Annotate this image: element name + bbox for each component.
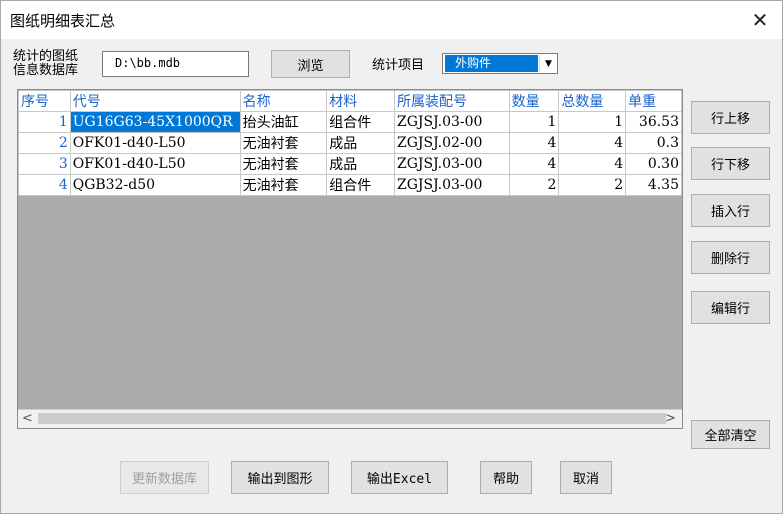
edit-row-button[interactable]: 编辑行 bbox=[691, 291, 770, 324]
title-bar: 图纸明细表汇总 ✕ bbox=[1, 1, 782, 39]
col-header-qty[interactable]: 数量 bbox=[508, 90, 560, 112]
db-label-line1: 统计的图纸 bbox=[13, 49, 79, 64]
cell-code[interactable]: OFK01-d40-L50 bbox=[69, 132, 241, 154]
cell-material[interactable]: 成品 bbox=[326, 153, 395, 175]
cell-code[interactable]: QGB32-d50 bbox=[69, 174, 241, 196]
cell-name[interactable]: 抬头油缸 bbox=[239, 111, 328, 133]
cell-material[interactable]: 组合件 bbox=[326, 174, 395, 196]
db-label-line2: 信息数据库 bbox=[13, 63, 79, 78]
col-header-name[interactable]: 名称 bbox=[239, 90, 328, 112]
col-header-total-qty[interactable]: 总数量 bbox=[558, 90, 627, 112]
cell-name[interactable]: 无油衬套 bbox=[239, 153, 328, 175]
cell-assembly[interactable]: ZGJSJ.02-00 bbox=[393, 132, 510, 154]
cell-qty[interactable]: 4 bbox=[508, 132, 560, 154]
cell-material[interactable]: 成品 bbox=[326, 132, 395, 154]
move-up-button[interactable]: 行上移 bbox=[691, 101, 770, 134]
cell-unit-weight[interactable]: 4.35 bbox=[625, 174, 682, 196]
clear-all-button[interactable]: 全部清空 bbox=[691, 420, 770, 449]
horizontal-scrollbar[interactable]: < > bbox=[18, 409, 682, 428]
col-header-index[interactable]: 序号 bbox=[18, 90, 71, 112]
db-label: 统计的图纸 信息数据库 bbox=[13, 50, 78, 78]
col-header-unit-weight[interactable]: 单重 bbox=[625, 90, 682, 112]
insert-row-button[interactable]: 插入行 bbox=[691, 194, 770, 227]
scroll-left-icon[interactable]: < bbox=[22, 411, 33, 426]
scrollbar-thumb[interactable] bbox=[38, 413, 666, 424]
cell-index[interactable]: 3 bbox=[18, 153, 71, 175]
cell-code[interactable]: OFK01-d40-L50 bbox=[69, 153, 241, 175]
delete-row-button[interactable]: 删除行 bbox=[691, 241, 770, 274]
cell-qty[interactable]: 1 bbox=[508, 111, 560, 133]
table-row[interactable]: 4 QGB32-d50 无油衬套 组合件 ZGJSJ.03-00 2 2 4.3… bbox=[18, 174, 682, 196]
cell-material[interactable]: 组合件 bbox=[326, 111, 395, 133]
cell-index[interactable]: 2 bbox=[18, 132, 71, 154]
cell-assembly[interactable]: ZGJSJ.03-00 bbox=[393, 174, 510, 196]
db-path-input[interactable]: D:\bb.mdb bbox=[102, 51, 249, 77]
col-header-code[interactable]: 代号 bbox=[69, 90, 241, 112]
export-excel-button[interactable]: 输出Excel bbox=[351, 461, 448, 494]
grid-table: 序号 代号 名称 材料 所属装配号 数量 总数量 单重 1 UG16G63-45… bbox=[18, 90, 682, 196]
cell-index[interactable]: 1 bbox=[18, 111, 71, 133]
grid-header-row: 序号 代号 名称 材料 所属装配号 数量 总数量 单重 bbox=[18, 90, 682, 112]
cell-total-qty[interactable]: 1 bbox=[558, 111, 627, 133]
cell-index[interactable]: 4 bbox=[18, 174, 71, 196]
close-icon[interactable]: ✕ bbox=[738, 1, 782, 39]
browse-button[interactable]: 浏览 bbox=[271, 50, 350, 78]
col-header-material[interactable]: 材料 bbox=[326, 90, 395, 112]
window-title: 图纸明细表汇总 bbox=[10, 12, 116, 30]
export-to-drawing-button[interactable]: 输出到图形 bbox=[231, 461, 329, 494]
cell-code-selected[interactable]: UG16G63-45X1000QR bbox=[69, 111, 241, 133]
scroll-right-icon[interactable]: > bbox=[665, 411, 676, 426]
move-down-button[interactable]: 行下移 bbox=[691, 147, 770, 180]
col-header-assembly[interactable]: 所属装配号 bbox=[393, 90, 510, 112]
cell-qty[interactable]: 2 bbox=[508, 174, 560, 196]
cell-unit-weight[interactable]: 36.53 bbox=[625, 111, 682, 133]
cell-total-qty[interactable]: 4 bbox=[558, 132, 627, 154]
dropdown-arrow-icon[interactable]: ▼ bbox=[539, 54, 557, 73]
cell-unit-weight[interactable]: 0.30 bbox=[625, 153, 682, 175]
stat-item-select[interactable]: 外购件 ▼ bbox=[442, 53, 558, 74]
stat-item-value: 外购件 bbox=[445, 55, 538, 72]
stat-label: 统计项目 bbox=[372, 58, 425, 73]
cell-name[interactable]: 无油衬套 bbox=[239, 174, 328, 196]
cell-assembly[interactable]: ZGJSJ.03-00 bbox=[393, 153, 510, 175]
cell-name[interactable]: 无油衬套 bbox=[239, 132, 328, 154]
cell-total-qty[interactable]: 4 bbox=[558, 153, 627, 175]
cell-unit-weight[interactable]: 0.3 bbox=[625, 132, 682, 154]
help-button[interactable]: 帮助 bbox=[480, 461, 532, 494]
data-grid[interactable]: 序号 代号 名称 材料 所属装配号 数量 总数量 单重 1 UG16G63-45… bbox=[17, 89, 683, 429]
cell-assembly[interactable]: ZGJSJ.03-00 bbox=[393, 111, 510, 133]
table-row[interactable]: 1 UG16G63-45X1000QR 抬头油缸 组合件 ZGJSJ.03-00… bbox=[18, 111, 682, 133]
dialog-window: 图纸明细表汇总 ✕ 统计的图纸 信息数据库 D:\bb.mdb 浏览 统计项目 … bbox=[0, 0, 783, 514]
cancel-button[interactable]: 取消 bbox=[560, 461, 612, 494]
cell-total-qty[interactable]: 2 bbox=[558, 174, 627, 196]
table-row[interactable]: 3 OFK01-d40-L50 无油衬套 成品 ZGJSJ.03-00 4 4 … bbox=[18, 153, 682, 175]
cell-qty[interactable]: 4 bbox=[508, 153, 560, 175]
update-database-button[interactable]: 更新数据库 bbox=[120, 461, 209, 494]
table-row[interactable]: 2 OFK01-d40-L50 无油衬套 成品 ZGJSJ.02-00 4 4 … bbox=[18, 132, 682, 154]
